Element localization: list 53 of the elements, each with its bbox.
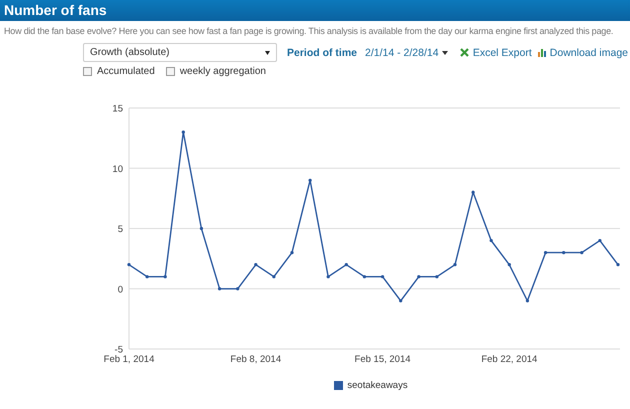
data-point (380, 275, 384, 278)
y-axis-label: 15 (112, 104, 123, 114)
data-point (616, 263, 620, 266)
x-axis-label: Feb 8, 2014 (230, 354, 282, 365)
data-point (218, 287, 222, 290)
data-point (580, 251, 584, 254)
data-point (127, 263, 131, 266)
data-point (544, 251, 548, 254)
data-point (344, 263, 348, 266)
data-point (164, 275, 167, 278)
data-point (290, 251, 294, 254)
data-point (272, 275, 276, 278)
data-point (308, 178, 312, 182)
data-point (182, 130, 185, 134)
description-text: How did the fan base evolve? Here you can see how fast a fan page is growing. This analysis is available from the day our karma engine first analyzed this page. (3, 25, 614, 36)
data-point (508, 263, 511, 266)
data-point (236, 287, 240, 290)
download-image-link[interactable]: Download image (538, 46, 628, 58)
data-point (435, 275, 438, 278)
excel-export-link[interactable]: Excel Export (460, 46, 532, 58)
x-axis-label: Feb 1, 2014 (104, 354, 154, 365)
data-point (453, 263, 457, 266)
data-point (254, 263, 258, 266)
y-axis-label: 5 (118, 224, 123, 235)
checkbox-label: Accumulated (97, 66, 155, 77)
data-point (200, 226, 204, 230)
data-point (146, 275, 149, 278)
panel-title: Number of fans (0, 0, 630, 21)
caret-icon (442, 50, 448, 54)
period-dropdown[interactable]: 2/1/14 - 2/28/14 (365, 46, 448, 58)
data-point (472, 190, 475, 194)
bar-chart-icon (538, 48, 546, 57)
checkbox[interactable] (83, 67, 92, 76)
y-axis-label: 0 (118, 284, 123, 296)
data-point (562, 251, 566, 254)
caret-icon (265, 50, 270, 54)
legend-label: seotakeaways (347, 380, 408, 391)
y-axis-label: 10 (112, 164, 123, 175)
data-point (526, 299, 530, 302)
data-point (417, 275, 420, 278)
spreadsheet-icon (460, 48, 469, 57)
y-axis-label: -5 (114, 344, 123, 356)
data-point (362, 275, 366, 278)
period-label: Period of time (287, 46, 358, 58)
data-point (490, 238, 493, 242)
x-axis-label: Feb 22, 2014 (481, 354, 538, 365)
checkbox[interactable] (166, 67, 175, 76)
checkbox-label: weekly aggregation (180, 66, 266, 77)
data-point (399, 299, 402, 302)
x-axis-label: Feb 15, 2014 (354, 354, 411, 365)
data-point (326, 275, 330, 278)
metric-dropdown[interactable]: Growth (absolute) (83, 43, 277, 62)
data-point (598, 238, 602, 242)
